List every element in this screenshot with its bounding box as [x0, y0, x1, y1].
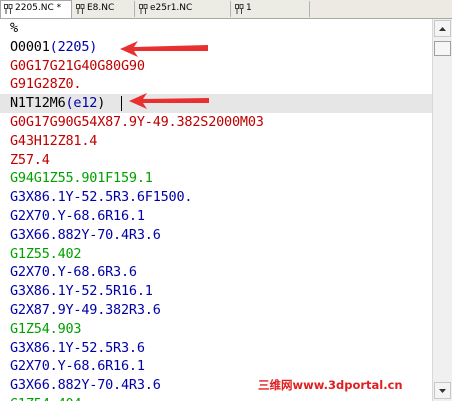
code-line: G2X70.Y-68.6R16.1 — [10, 358, 145, 375]
code-token: O0001 — [10, 38, 50, 55]
code-editor[interactable]: % O0001(2205) G0G17G21G40G80G90 G91G28Z0. N1… — [0, 19, 432, 401]
code-line: G2X70.Y-68.6R3.6 — [10, 264, 137, 281]
file-icon — [139, 4, 148, 14]
code-line: G3X66.882Y-70.4R3.6 — [10, 226, 161, 243]
text-caret — [121, 96, 122, 111]
code-line: G94G1Z55.901F159.1 — [10, 170, 153, 187]
vertical-scrollbar[interactable] — [432, 19, 452, 401]
file-icon — [76, 4, 85, 14]
code-line: G43H12Z81.4 — [10, 132, 98, 149]
code-token: (e12 — [65, 95, 98, 112]
code-line: G0G17G21G40G80G90 — [10, 57, 145, 74]
tab-file-4[interactable]: 1 — [232, 1, 310, 17]
tab-file-3[interactable]: e25r1.NC — [136, 1, 231, 17]
code-line: G3X86.1Y-52.5R3.6F1500. — [10, 189, 193, 206]
file-icon — [4, 4, 13, 14]
scroll-thumb[interactable] — [434, 41, 451, 56]
scroll-up-button[interactable] — [434, 20, 451, 37]
file-icon — [235, 4, 244, 14]
tab-file-2[interactable]: E8.NC — [73, 1, 135, 17]
code-line: % — [10, 20, 18, 36]
watermark: 三维网www.3dportal.cn — [258, 378, 403, 392]
code-token: N1T12M6 — [10, 95, 66, 112]
annotation-arrow-1 — [120, 41, 208, 57]
code-line: G3X66.882Y-70.4R3.6 — [10, 377, 161, 394]
code-line: G3X86.1Y-52.5R3.6 — [10, 339, 145, 356]
code-token: (2205) — [49, 38, 98, 55]
arrow-down-icon — [439, 389, 446, 393]
annotation-arrow-2 — [129, 93, 209, 109]
code-line: Z57.4 — [10, 151, 50, 168]
tab-label: 1 — [246, 3, 252, 13]
scroll-down-button[interactable] — [434, 382, 451, 399]
tab-file-1[interactable]: 2205.NC * — [0, 0, 72, 18]
code-line: G1Z55.402 — [10, 245, 82, 262]
arrow-up-icon — [439, 27, 446, 31]
tab-label: e25r1.NC — [150, 3, 193, 13]
code-line: G1Z54.903 — [10, 320, 82, 337]
code-token: ) — [97, 95, 106, 112]
tab-label: E8.NC — [87, 3, 115, 13]
code-line: G0G17G90G54X87.9Y-49.382S2000M03 — [10, 114, 264, 130]
code-line: G3X86.1Y-52.5R16.1 — [10, 283, 153, 300]
code-line: G1Z54.404 — [10, 395, 82, 401]
code-line: G91G28Z0. — [10, 76, 82, 93]
tab-bar: 2205.NC * E8.NC e25r1.NC 1 — [0, 0, 452, 19]
code-line: N1T12M6(e12) — [10, 94, 105, 113]
code-line: O0001(2205) — [10, 38, 97, 57]
tab-label: 2205.NC * — [15, 3, 62, 13]
code-line: G2X70.Y-68.6R16.1 — [10, 208, 145, 224]
code-line: G2X87.9Y-49.382R3.6 — [10, 302, 161, 318]
